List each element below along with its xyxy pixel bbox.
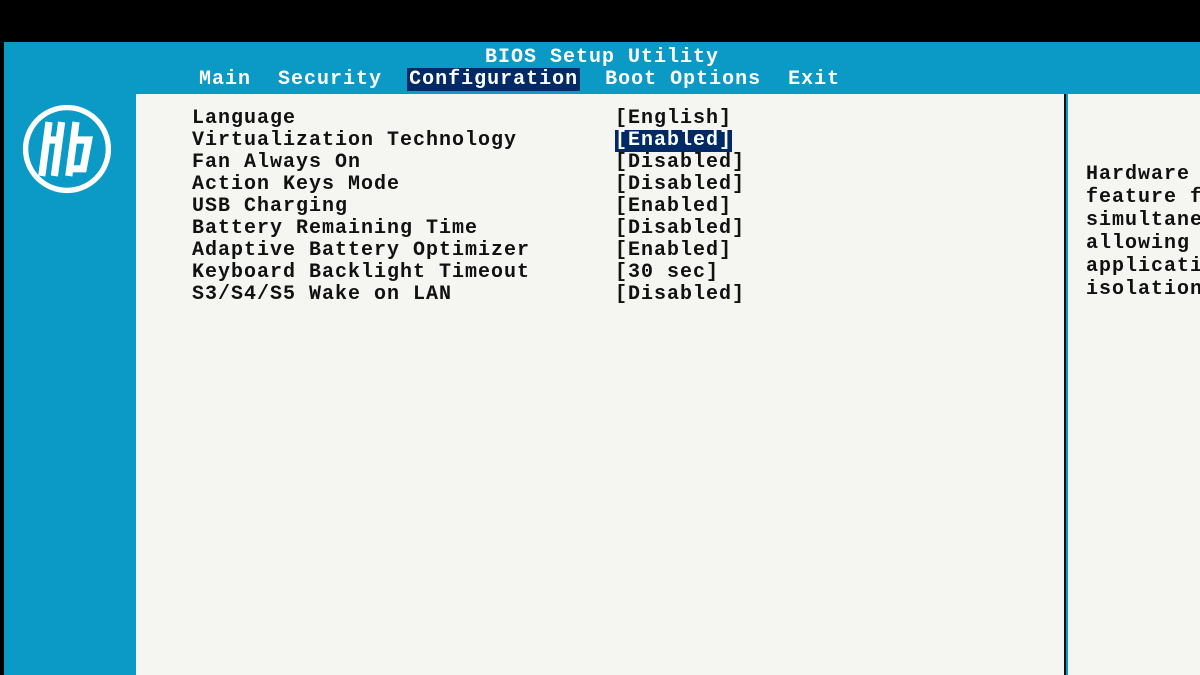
setting-value: [Disabled] — [615, 218, 745, 240]
setting-row-battery-remaining-time[interactable]: Battery Remaining Time [Disabled] — [192, 218, 1064, 240]
brand-sidebar — [12, 94, 136, 675]
menu-tab-main[interactable]: Main — [197, 68, 253, 91]
bios-screen: BIOS Setup Utility Main Security Configu… — [4, 42, 1200, 675]
setting-row-keyboard-backlight-timeout[interactable]: Keyboard Backlight Timeout [30 sec] — [192, 262, 1064, 284]
setting-row-action-keys-mode[interactable]: Action Keys Mode [Disabled] — [192, 174, 1064, 196]
setting-value: [Enabled] — [615, 196, 732, 218]
setting-label: Language — [192, 108, 602, 130]
setting-label: S3/S4/S5 Wake on LAN — [192, 284, 602, 306]
setting-value: [Disabled] — [615, 174, 745, 196]
setting-label: USB Charging — [192, 196, 602, 218]
setting-label: Adaptive Battery Optimizer — [192, 240, 602, 262]
settings-list: Language [English] Virtualization Techno… — [136, 94, 1064, 306]
setting-row-usb-charging[interactable]: USB Charging [Enabled] — [192, 196, 1064, 218]
help-line: application — [1086, 255, 1200, 278]
setting-value: [30 sec] — [615, 262, 719, 284]
setting-row-fan-always-on[interactable]: Fan Always On [Disabled] — [192, 152, 1064, 174]
setting-row-adaptive-battery-optimizer[interactable]: Adaptive Battery Optimizer [Enabled] — [192, 240, 1064, 262]
setting-row-language[interactable]: Language [English] — [192, 108, 1064, 130]
help-line: Hardware VT — [1086, 163, 1200, 186]
setting-value: [English] — [615, 108, 732, 130]
help-panel: It Hardware VT feature for simultaneou a… — [1068, 94, 1200, 675]
bios-title: BIOS Setup Utility — [4, 46, 1200, 69]
setting-row-virtualization-technology[interactable]: Virtualization Technology [Enabled] — [192, 130, 1064, 152]
help-line: feature for — [1086, 186, 1200, 209]
setting-label: Fan Always On — [192, 152, 602, 174]
setting-label: Keyboard Backlight Timeout — [192, 262, 602, 284]
setting-label: Virtualization Technology — [192, 130, 602, 152]
help-line: allowing sp — [1086, 232, 1200, 255]
setting-value: [Enabled] — [615, 130, 732, 152]
setting-label: Battery Remaining Time — [192, 218, 602, 240]
setting-value: [Disabled] — [615, 284, 745, 306]
settings-panel: Language [English] Virtualization Techno… — [136, 94, 1066, 675]
menu-tab-exit[interactable]: Exit — [786, 68, 842, 91]
bios-menubar: Main Security Configuration Boot Options… — [4, 68, 1200, 91]
hp-logo-icon — [22, 104, 112, 194]
setting-row-wake-on-lan[interactable]: S3/S4/S5 Wake on LAN [Disabled] — [192, 284, 1064, 306]
bios-header: BIOS Setup Utility Main Security Configu… — [4, 42, 1200, 94]
menu-tab-configuration[interactable]: Configuration — [407, 68, 580, 91]
setting-value: [Enabled] — [615, 240, 732, 262]
setting-value: [Disabled] — [615, 152, 745, 174]
menu-tab-boot-options[interactable]: Boot Options — [603, 68, 763, 91]
monitor-bezel: BIOS Setup Utility Main Security Configu… — [0, 0, 1200, 675]
help-line: simultaneou — [1086, 209, 1200, 232]
help-heading: It — [1086, 108, 1200, 131]
help-line: isolation o — [1086, 278, 1200, 301]
setting-label: Action Keys Mode — [192, 174, 602, 196]
menu-tab-security[interactable]: Security — [276, 68, 384, 91]
